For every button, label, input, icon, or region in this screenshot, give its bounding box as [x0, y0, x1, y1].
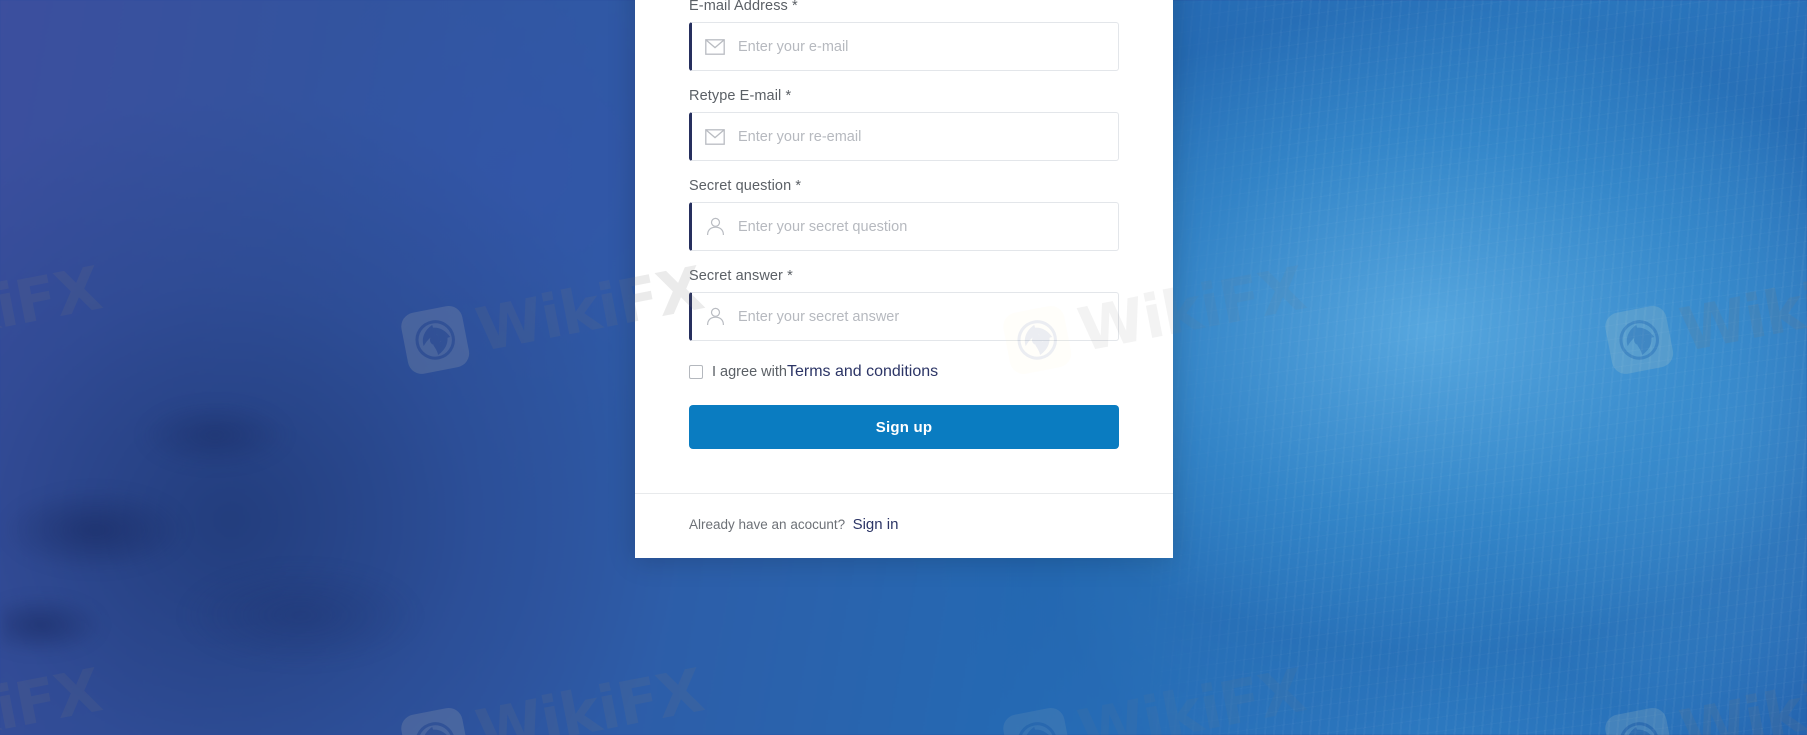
input-wrapper-secret-question[interactable] — [689, 202, 1119, 251]
input-retype-email[interactable] — [738, 113, 1118, 160]
field-label-retype-email: Retype E-mail * — [689, 88, 792, 104]
field-label-secret-answer: Secret answer * — [689, 268, 793, 284]
signup-button[interactable]: Sign up — [689, 405, 1119, 449]
terms-agreement-row: I agree with Terms and conditions — [689, 363, 1119, 381]
signup-card: Your ETHEREUM Account ID * E-mail Addres… — [635, 0, 1173, 558]
user-icon — [692, 217, 738, 236]
envelope-icon — [692, 38, 738, 55]
input-email-address[interactable] — [738, 23, 1118, 70]
field-email-address: E-mail Address * — [689, 0, 1119, 71]
field-secret-question: Secret question * — [689, 178, 1119, 251]
envelope-icon — [692, 128, 738, 145]
background-foliage — [0, 315, 660, 735]
signup-form: Your ETHEREUM Account ID * E-mail Addres… — [635, 0, 1173, 493]
card-footer: Already have an acocunt? Sign in — [635, 493, 1173, 558]
input-wrapper-email-address[interactable] — [689, 22, 1119, 71]
field-secret-answer: Secret answer * — [689, 268, 1119, 341]
terms-and-conditions-link[interactable]: Terms and conditions — [787, 363, 938, 381]
sign-in-link[interactable]: Sign in — [853, 516, 899, 533]
field-label-secret-question: Secret question * — [689, 178, 802, 194]
user-icon — [692, 307, 738, 326]
input-secret-question[interactable] — [738, 203, 1118, 250]
field-label-email-address: E-mail Address * — [689, 0, 798, 14]
terms-prefix-text: I agree with — [712, 364, 787, 380]
terms-checkbox[interactable] — [689, 365, 703, 379]
input-wrapper-retype-email[interactable] — [689, 112, 1119, 161]
input-wrapper-secret-answer[interactable] — [689, 292, 1119, 341]
footer-prompt-text: Already have an acocunt? — [689, 517, 846, 532]
input-secret-answer[interactable] — [738, 293, 1118, 340]
field-retype-email: Retype E-mail * — [689, 88, 1119, 161]
